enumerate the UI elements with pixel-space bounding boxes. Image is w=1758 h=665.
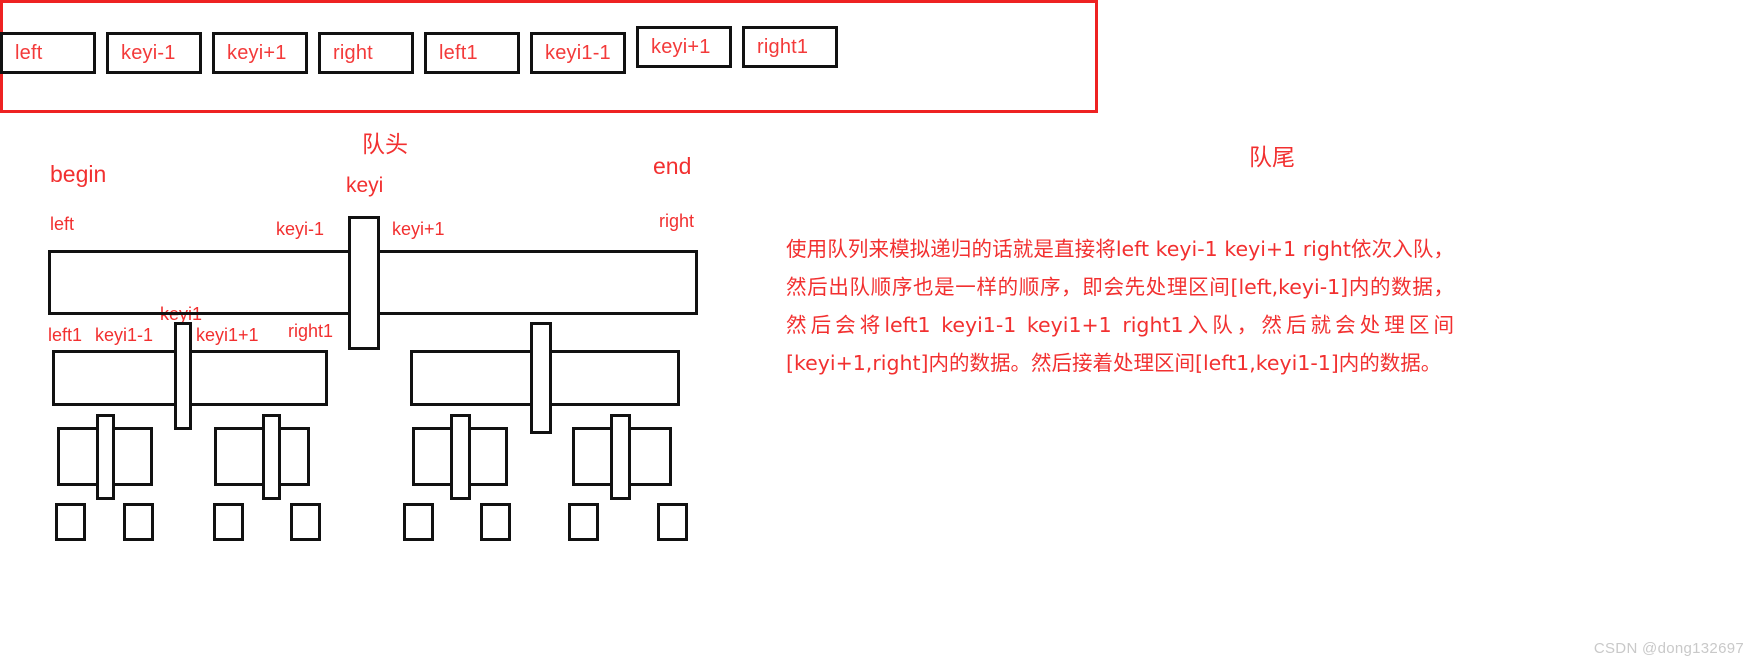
leaf-cell bbox=[480, 503, 511, 541]
queue-cell[interactable]: left1 bbox=[424, 32, 520, 74]
begin-label: begin bbox=[50, 161, 107, 187]
level1-right-label: right bbox=[659, 211, 695, 231]
level2-keyi1-plus-label: keyi1+1 bbox=[196, 325, 259, 345]
queue-cell[interactable]: left bbox=[0, 32, 96, 74]
queue-cell[interactable]: right1 bbox=[742, 26, 838, 68]
end-label: end bbox=[653, 153, 692, 179]
level3-pivot-cell bbox=[262, 414, 281, 500]
leaf-cell bbox=[55, 503, 86, 541]
queue-cell[interactable]: keyi+1 bbox=[212, 32, 308, 74]
queue-cell[interactable]: keyi+1 bbox=[636, 26, 732, 68]
leaf-cell bbox=[403, 503, 434, 541]
level3-pivot-cell bbox=[450, 414, 471, 500]
level1-left-label: left bbox=[50, 214, 75, 234]
level1-pivot-cell bbox=[348, 216, 380, 350]
level2-right1-label: right1 bbox=[288, 321, 334, 341]
queue-container: left keyi-1 keyi+1 right left1 keyi1-1 k… bbox=[0, 0, 1098, 113]
leaf-cell bbox=[568, 503, 599, 541]
leaf-cell bbox=[657, 503, 688, 541]
csdn-watermark: CSDN @dong132697 bbox=[1593, 640, 1744, 657]
leaf-cell bbox=[123, 503, 154, 541]
level2-pivot-cell bbox=[174, 322, 192, 430]
explanation-paragraph: 使用队列来模拟递归的话就是直接将left keyi-1 keyi+1 right… bbox=[786, 237, 1454, 375]
leaf-cell bbox=[213, 503, 244, 541]
level2-pivot-cell bbox=[530, 322, 552, 434]
level1-keyi-minus-label: keyi-1 bbox=[276, 219, 325, 239]
leaf-cell bbox=[290, 503, 321, 541]
queue-cell[interactable]: keyi1-1 bbox=[530, 32, 626, 74]
queue-head-label: 队头 bbox=[362, 131, 408, 157]
level2-keyi1-minus-label: keyi1-1 bbox=[95, 325, 154, 345]
queue-cell[interactable]: right bbox=[318, 32, 414, 74]
level3-pivot-cell bbox=[96, 414, 115, 500]
queue-tail-label: 队尾 bbox=[1249, 144, 1295, 170]
keyi-pointer-label: keyi bbox=[346, 174, 384, 197]
queue-cell[interactable]: keyi-1 bbox=[106, 32, 202, 74]
level2-left1-label: left1 bbox=[48, 325, 83, 345]
level3-pivot-cell bbox=[610, 414, 631, 500]
level1-keyi-plus-label: keyi+1 bbox=[392, 219, 445, 239]
